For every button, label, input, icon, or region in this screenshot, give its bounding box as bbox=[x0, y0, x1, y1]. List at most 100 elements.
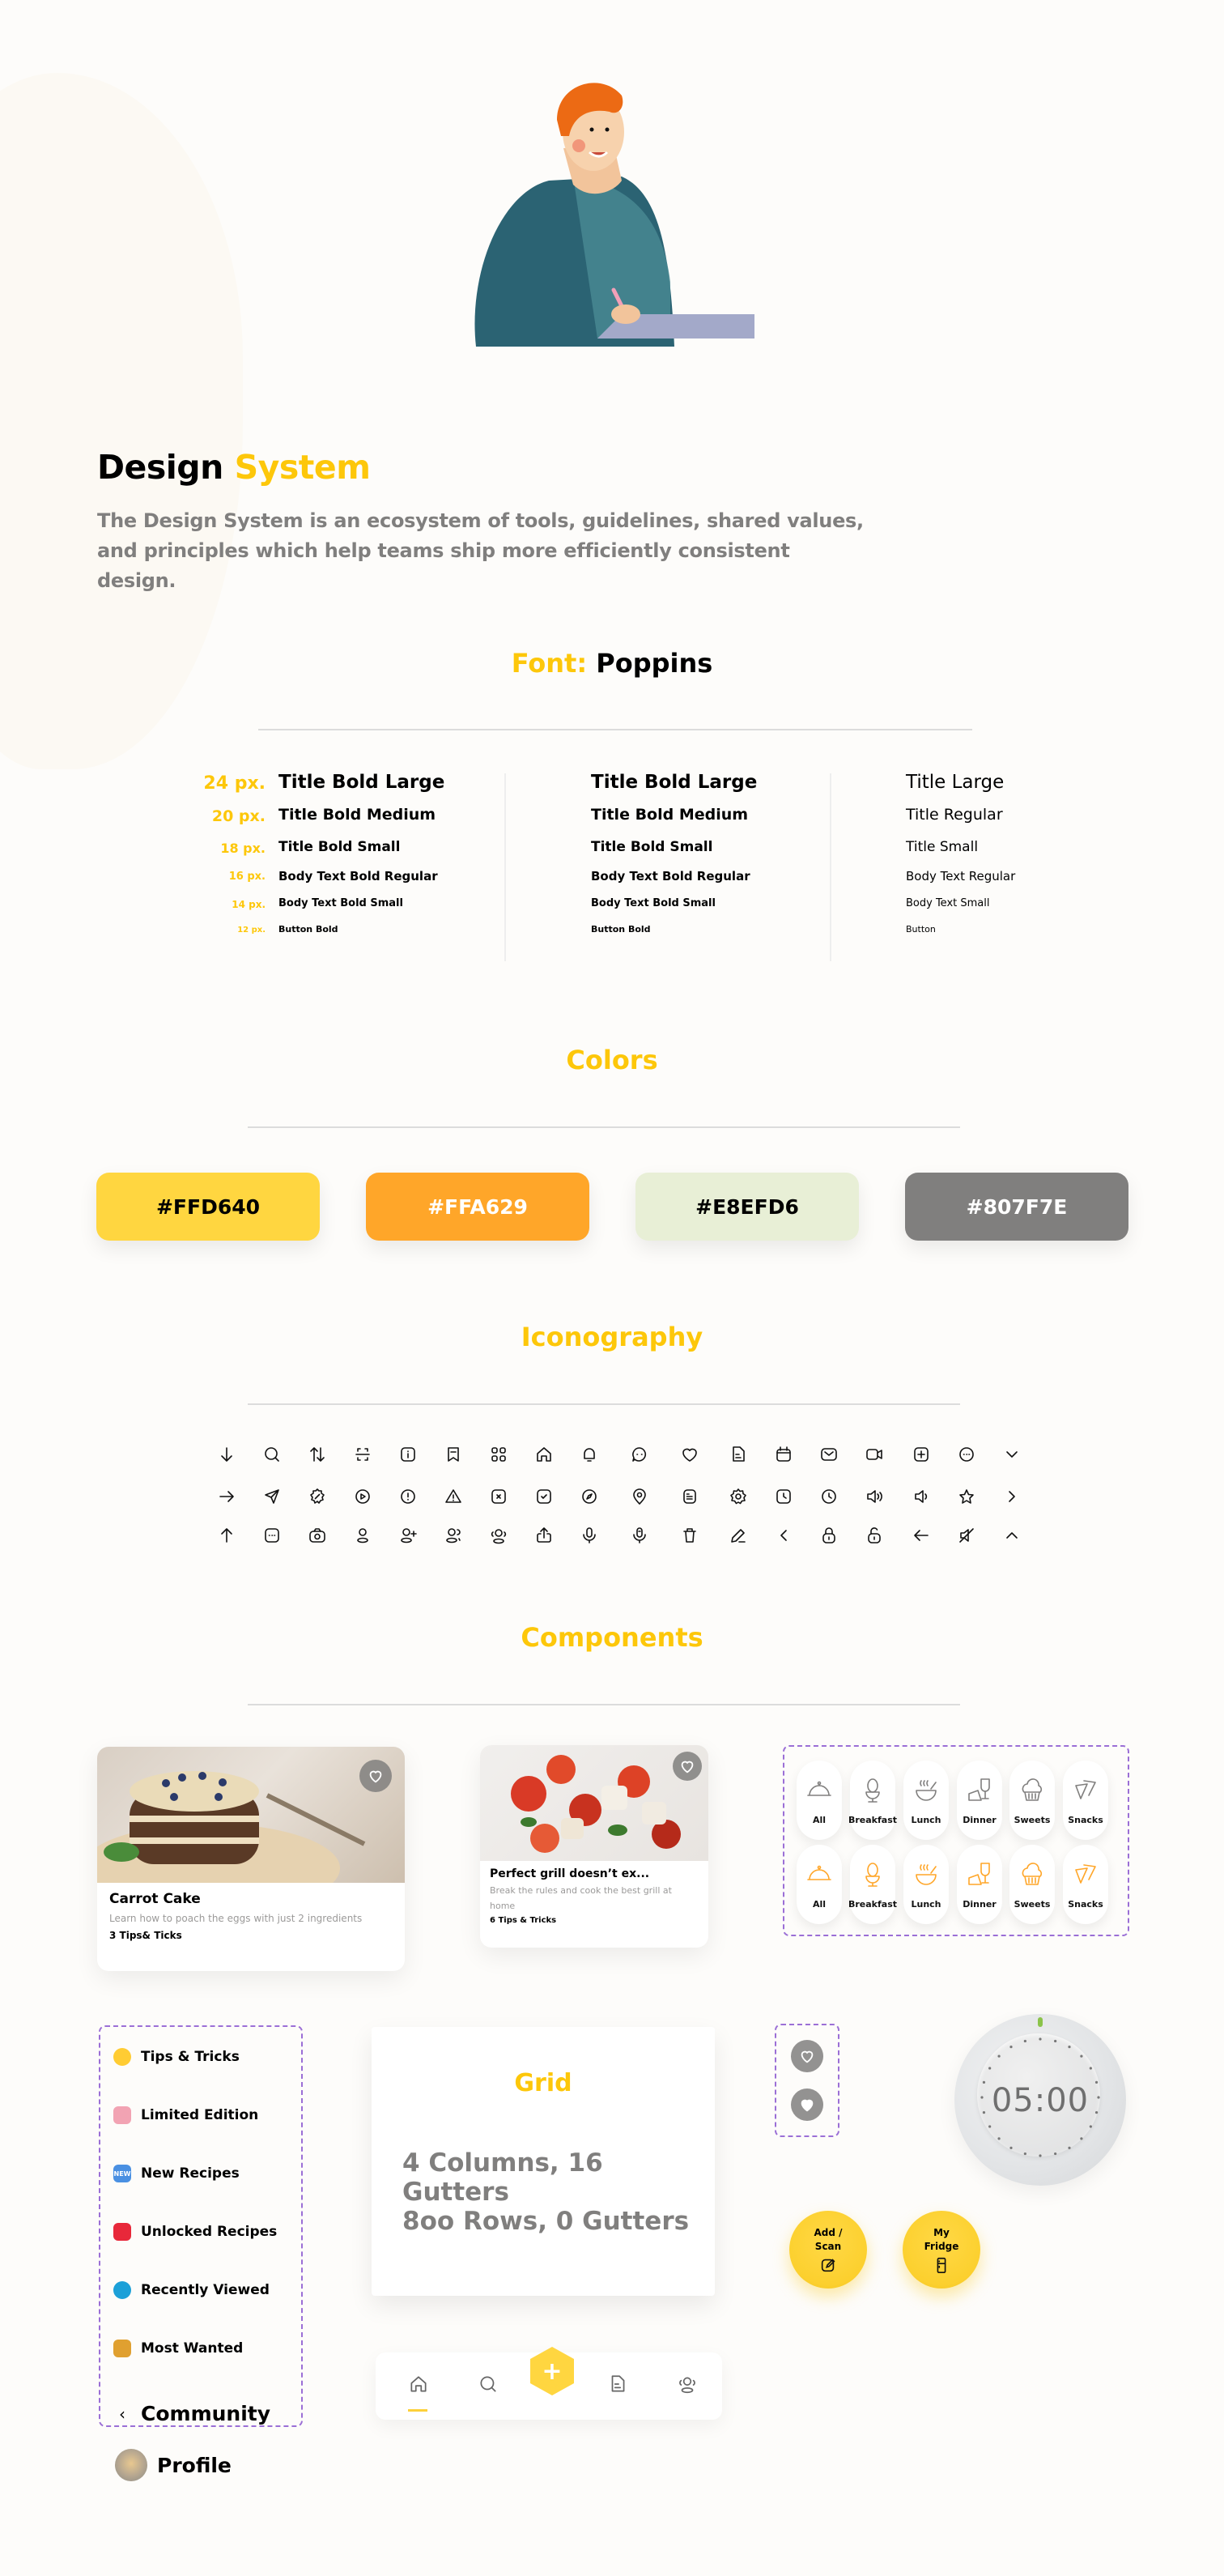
add-scan-button[interactable]: Add / Scan bbox=[789, 2211, 867, 2289]
type-sample: Title Small bbox=[906, 839, 979, 855]
swatch-label: #807F7E bbox=[966, 1194, 1068, 1219]
timer-tick bbox=[1080, 2137, 1083, 2140]
chevron-left-icon bbox=[772, 1524, 795, 1547]
category-chip-lunch[interactable]: Lunch bbox=[903, 1761, 949, 1840]
iconography-divider bbox=[248, 1403, 960, 1405]
play-circle-icon bbox=[351, 1485, 374, 1508]
active-tab-indicator bbox=[408, 2409, 427, 2412]
category-label: Sweets bbox=[1014, 1815, 1051, 1825]
timer-tick bbox=[997, 2054, 1001, 2058]
designer-illustration bbox=[474, 83, 754, 347]
heart-icon bbox=[678, 1443, 701, 1466]
menu-item-most-wanted[interactable]: Most Wanted bbox=[113, 2340, 243, 2357]
category-label: Dinner bbox=[963, 1815, 997, 1825]
arrow-down-icon bbox=[215, 1443, 238, 1466]
carrot-cake-image bbox=[97, 1747, 405, 1883]
tab-community[interactable] bbox=[677, 2374, 699, 2396]
category-chip-sweets[interactable]: Sweets bbox=[1009, 1845, 1055, 1924]
community-back-link[interactable]: ‹ Community bbox=[113, 2402, 270, 2425]
card-description: Break the rules and cook the best grill … bbox=[490, 1885, 672, 1911]
settings-icon bbox=[727, 1485, 750, 1508]
timer-dial[interactable]: 05:00 bbox=[954, 2014, 1126, 2186]
timer-tick bbox=[1009, 2146, 1013, 2149]
category-chip-all[interactable]: All bbox=[797, 1845, 842, 1924]
recipe-card[interactable]: Carrot Cake Learn how to poach the eggs … bbox=[97, 1747, 405, 1971]
menu-item-unlocked-recipes[interactable]: Unlocked Recipes bbox=[113, 2223, 277, 2241]
timer-tick bbox=[982, 2111, 986, 2114]
tab-home[interactable] bbox=[408, 2374, 431, 2412]
font-size-label: 18 px. bbox=[220, 841, 266, 856]
grid-columns-spec: 4 Columns, 16 Gutters bbox=[402, 2148, 603, 2207]
timer-tick bbox=[1068, 2146, 1071, 2149]
grid-title: Grid bbox=[514, 2069, 572, 2097]
favorite-toggle-on[interactable] bbox=[791, 2088, 823, 2121]
column-divider-1 bbox=[504, 773, 506, 961]
heart-filled-icon bbox=[801, 2099, 814, 2112]
category-chip-dinner[interactable]: Dinner bbox=[957, 1845, 1002, 1924]
search-icon bbox=[261, 1443, 283, 1466]
category-chip-lunch[interactable]: Lunch bbox=[903, 1845, 949, 1924]
favorite-button[interactable] bbox=[359, 1760, 392, 1792]
menu-item-recently-viewed[interactable]: Recently Viewed bbox=[113, 2281, 270, 2299]
type-sample: Title Bold Large bbox=[278, 772, 445, 793]
dinner-icon bbox=[968, 1778, 990, 1801]
all-icon bbox=[807, 1865, 831, 1880]
chevron-up-icon bbox=[1001, 1524, 1023, 1547]
breakfast-icon bbox=[865, 1778, 880, 1803]
chevron-down-icon bbox=[1001, 1443, 1023, 1466]
timer-tick bbox=[1023, 2039, 1026, 2043]
menu-item-new-recipes[interactable]: NEW New Recipes bbox=[113, 2165, 240, 2182]
category-chip-all[interactable]: All bbox=[797, 1761, 842, 1840]
volume-up-icon bbox=[863, 1485, 886, 1508]
menu-item-label: Recently Viewed bbox=[141, 2282, 270, 2298]
tab-recipes[interactable] bbox=[607, 2374, 630, 2396]
category-chip-dinner[interactable]: Dinner bbox=[957, 1761, 1002, 1840]
profile-link[interactable]: Profile bbox=[115, 2449, 232, 2481]
timer-tick bbox=[1068, 2046, 1071, 2049]
category-label: Dinner bbox=[963, 1899, 997, 1910]
card-description: Learn how to poach the eggs with just 2 … bbox=[109, 1913, 363, 1924]
grid-spec-card: Grid 4 Columns, 16 Gutters 8oo Rows, 0 G… bbox=[372, 2027, 715, 2296]
sort-icon bbox=[306, 1443, 329, 1466]
category-label: Snacks bbox=[1068, 1815, 1103, 1825]
recipe-card[interactable]: Perfect grill doesn’t ex... Break the ru… bbox=[480, 1745, 708, 1948]
title-part-1: Design bbox=[97, 448, 223, 487]
swatch-label: #E8EFD6 bbox=[695, 1194, 799, 1219]
type-sample: Body Text Regular bbox=[906, 869, 1016, 884]
timer-tick bbox=[1009, 2046, 1013, 2049]
favorite-toggle-off[interactable] bbox=[791, 2040, 823, 2072]
category-chip-snacks[interactable]: Snacks bbox=[1063, 1845, 1108, 1924]
arrow-right-icon bbox=[215, 1485, 238, 1508]
category-chip-breakfast[interactable]: Breakfast bbox=[848, 1845, 898, 1924]
menu-item-limited-edition[interactable]: Limited Edition bbox=[113, 2106, 258, 2124]
category-label: Breakfast bbox=[848, 1815, 898, 1825]
menu-item-label: Unlocked Recipes bbox=[141, 2224, 278, 2240]
timer-tick bbox=[1094, 2080, 1099, 2084]
heart-outline-icon bbox=[681, 1761, 694, 1773]
sweets-icon bbox=[1022, 1863, 1043, 1885]
home-icon bbox=[410, 2376, 427, 2392]
color-swatch-tertiary: #E8EFD6 bbox=[635, 1173, 859, 1241]
category-chip-sweets[interactable]: Sweets bbox=[1009, 1761, 1055, 1840]
timer-tick bbox=[988, 2067, 992, 2070]
category-label: Breakfast bbox=[848, 1899, 898, 1910]
tab-search[interactable] bbox=[478, 2374, 500, 2396]
column-divider-2 bbox=[830, 773, 831, 961]
font-size-label: 20 px. bbox=[211, 807, 266, 825]
card-meta: 3 Tips& Ticks bbox=[109, 1930, 182, 1941]
menu-item-tips-tricks[interactable]: Tips & Tricks bbox=[113, 2048, 240, 2066]
category-chip-snacks[interactable]: Snacks bbox=[1063, 1761, 1108, 1840]
community-label: Community bbox=[141, 2402, 271, 2425]
timer-tick bbox=[1054, 2152, 1057, 2156]
favorite-button[interactable] bbox=[673, 1752, 702, 1781]
snacks-icon bbox=[1075, 1864, 1096, 1884]
star-icon bbox=[955, 1485, 978, 1508]
swatch-label: #FFA629 bbox=[427, 1194, 528, 1219]
my-fridge-button[interactable]: My Fridge bbox=[903, 2211, 980, 2289]
profile-label: Profile bbox=[157, 2453, 232, 2477]
mic-icon bbox=[578, 1524, 601, 1547]
category-chip-breakfast[interactable]: Breakfast bbox=[848, 1761, 898, 1840]
heart-outline-icon bbox=[369, 1770, 382, 1783]
type-sample: Title Bold Small bbox=[591, 839, 713, 855]
upload-icon bbox=[533, 1524, 555, 1547]
